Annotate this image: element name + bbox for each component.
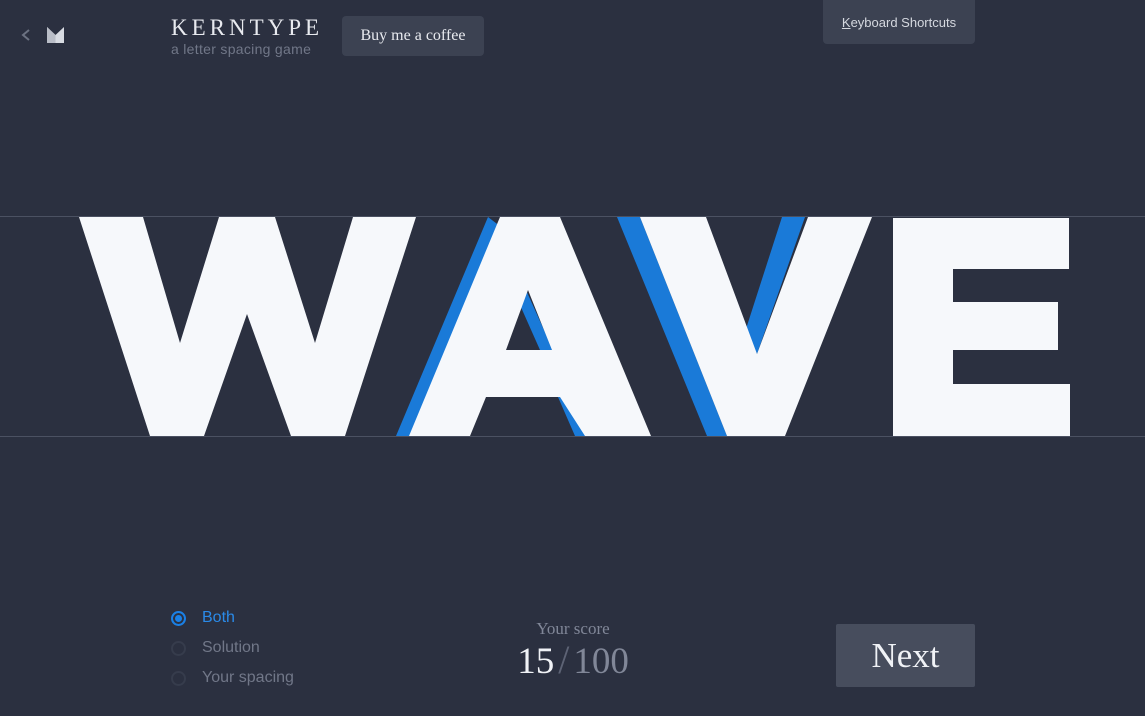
option-your-spacing[interactable]: Your spacing — [171, 667, 294, 689]
score-max: 100 — [573, 641, 629, 682]
score-display: 15/100 — [473, 636, 673, 686]
letter-w — [79, 217, 416, 436]
option-solution-label: Solution — [202, 639, 260, 656]
score-value: 15 — [517, 641, 555, 682]
score-separator: / — [558, 637, 570, 682]
radio-your-spacing[interactable] — [171, 670, 186, 686]
option-your-spacing-label: Your spacing — [202, 669, 294, 686]
option-both-label: Both — [202, 609, 235, 626]
user-letters — [79, 217, 1070, 436]
option-solution[interactable]: Solution — [171, 637, 260, 659]
radio-both[interactable] — [171, 610, 186, 626]
letter-e — [893, 218, 1070, 436]
next-button[interactable]: Next — [836, 624, 975, 687]
radio-solution[interactable] — [171, 640, 186, 656]
option-both[interactable]: Both — [171, 607, 235, 629]
